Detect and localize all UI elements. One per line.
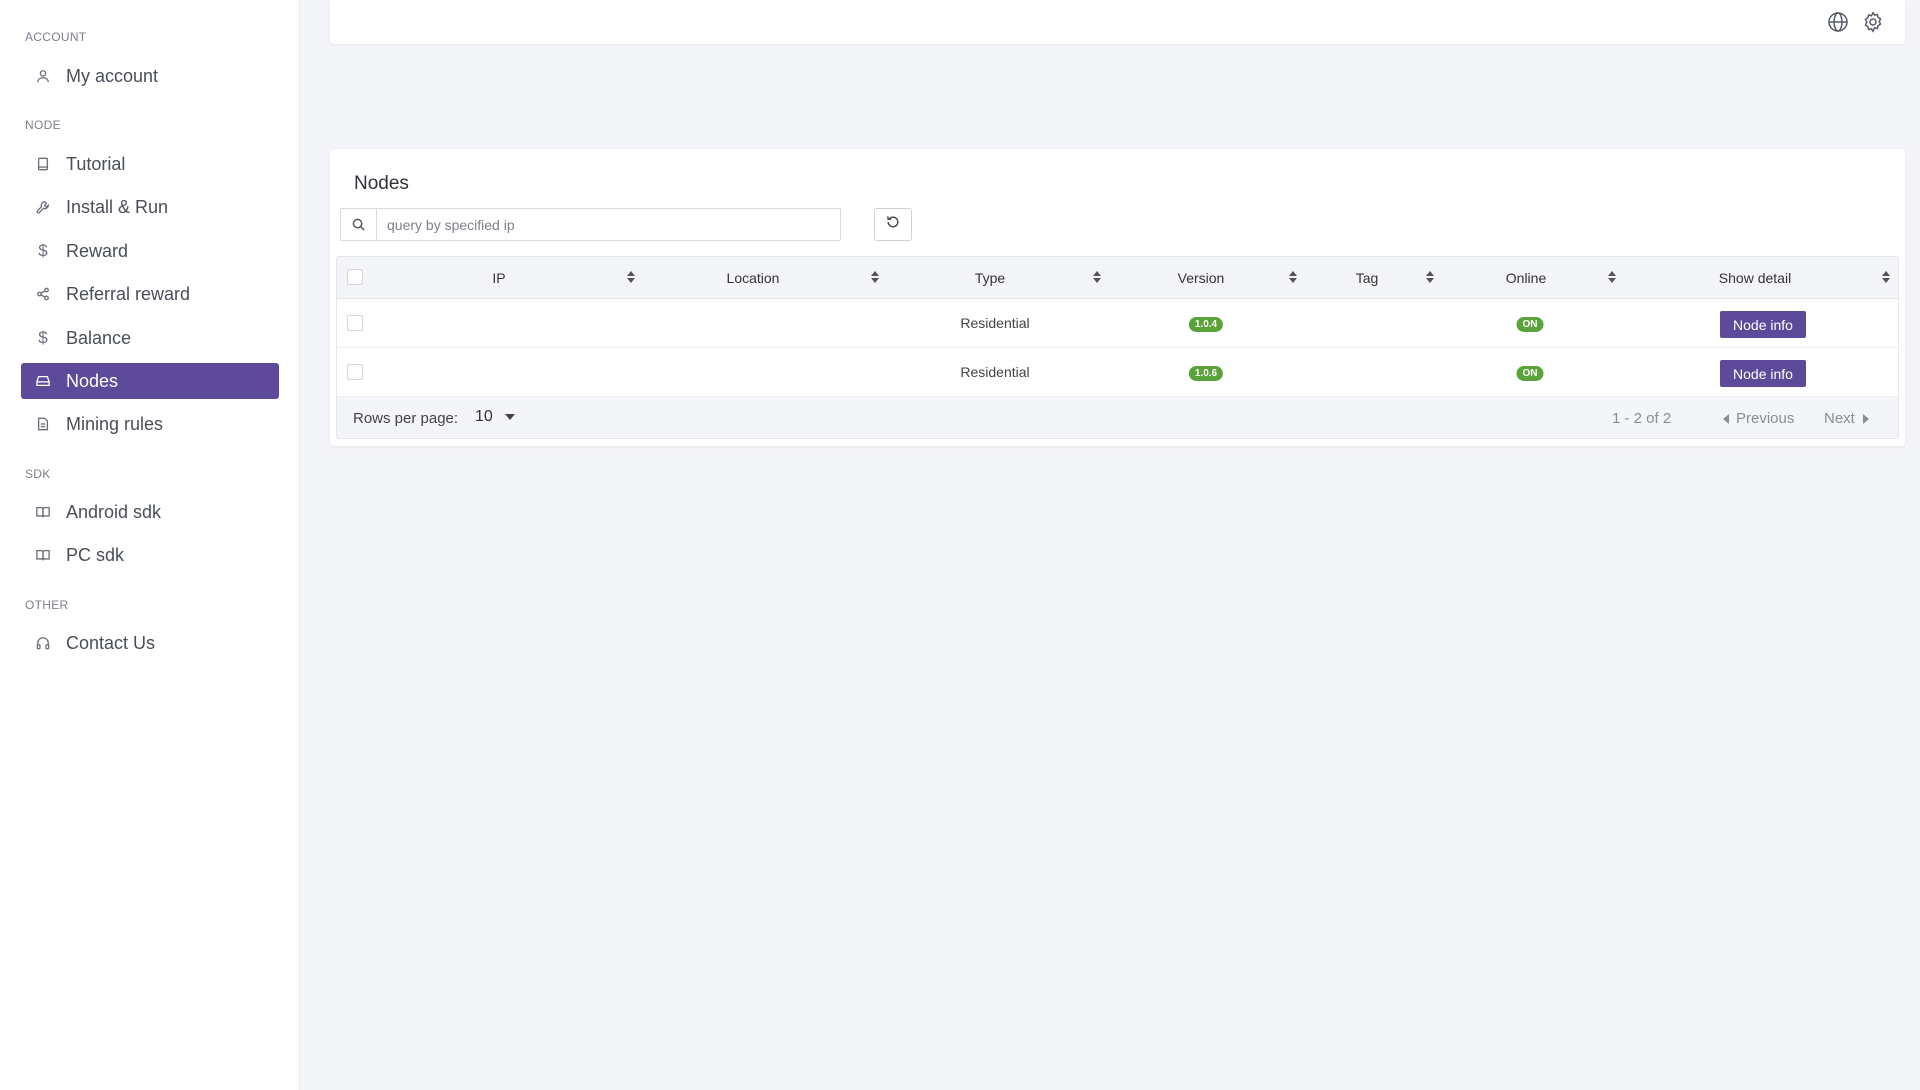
sidebar-item-balance[interactable]: $ Balance <box>21 320 279 356</box>
search-input[interactable] <box>377 209 840 240</box>
section-label-account: ACCOUNT <box>25 30 87 44</box>
section-label-sdk: SDK <box>25 467 51 481</box>
node-info-button[interactable]: Node info <box>1720 311 1806 338</box>
share-icon <box>35 286 51 302</box>
sort-icon[interactable] <box>1288 270 1298 284</box>
select-all-checkbox[interactable] <box>347 269 363 285</box>
column-header-show-detail: Show detail <box>1718 270 1792 286</box>
sidebar-item-label: Reward <box>66 240 129 261</box>
rows-per-page-value: 10 <box>475 408 493 425</box>
sidebar-item-label: Android sdk <box>66 501 162 522</box>
sidebar-item-label: My account <box>66 65 159 86</box>
dollar-icon: $ <box>38 328 48 347</box>
sidebar-item-reward[interactable]: $ Reward <box>21 233 279 269</box>
row-checkbox[interactable] <box>347 315 363 331</box>
refresh-icon <box>886 215 900 234</box>
sidebar-item-label: Install & Run <box>66 196 169 217</box>
row-checkbox[interactable] <box>347 364 363 380</box>
online-badge: ON <box>1516 366 1544 381</box>
nodes-card: Nodes IP Location Type Version Tag Onlin… <box>330 149 1905 446</box>
wrench-icon <box>35 199 51 215</box>
sidebar-item-referral-reward[interactable]: Referral reward <box>21 276 279 312</box>
sidebar-item-label: Mining rules <box>66 413 164 434</box>
column-header-version: Version <box>1177 270 1225 286</box>
sort-icon[interactable] <box>1607 270 1617 284</box>
caret-down-icon <box>504 414 515 420</box>
caret-left-icon <box>1723 413 1729 424</box>
page-title: Nodes <box>354 173 409 194</box>
sort-icon[interactable] <box>1881 270 1891 284</box>
sidebar-item-label: Referral reward <box>66 283 191 304</box>
sidebar-item-label: Tutorial <box>66 153 126 174</box>
section-label-other: OTHER <box>25 598 69 612</box>
version-badge: 1.0.4 <box>1188 317 1224 332</box>
sidebar-item-label: PC sdk <box>66 544 125 565</box>
previous-page-button[interactable]: Previous <box>1723 410 1794 427</box>
sidebar-item-my-account[interactable]: My account <box>21 58 279 94</box>
column-header-type: Type <box>974 270 1006 286</box>
nodes-table: IP Location Type Version Tag Online Show… <box>336 256 1899 439</box>
caret-right-icon <box>1862 413 1869 424</box>
book-icon <box>35 156 51 172</box>
sort-icon[interactable] <box>1092 270 1102 284</box>
sidebar-item-pc-sdk[interactable]: PC sdk <box>21 537 279 573</box>
next-page-button[interactable]: Next <box>1824 410 1869 427</box>
rows-per-page-label: Rows per page: <box>353 410 459 427</box>
online-badge: ON <box>1516 317 1544 332</box>
table-header: IP Location Type Version Tag Online Show… <box>337 257 1898 299</box>
column-header-ip: IP <box>492 270 506 286</box>
section-label-node: NODE <box>25 118 61 132</box>
headphones-icon <box>35 635 51 651</box>
table-footer: Rows per page: 10 1 - 2 of 2 Previous Ne… <box>337 397 1898 438</box>
node-info-button[interactable]: Node info <box>1720 360 1806 387</box>
rows-per-page-select[interactable]: 10 <box>475 408 515 426</box>
sort-icon[interactable] <box>1425 270 1435 284</box>
sidebar: ACCOUNT My account NODE Tutorial Install… <box>0 0 300 1090</box>
server-icon <box>35 373 51 389</box>
table-row: Residential 1.0.6 ON Node info <box>337 348 1898 397</box>
sidebar-item-mining-rules[interactable]: Mining rules <box>21 406 279 442</box>
sidebar-item-label: Nodes <box>66 370 119 391</box>
sidebar-item-install-run[interactable]: Install & Run <box>21 189 279 225</box>
search-icon[interactable] <box>341 209 377 240</box>
cell-type: Residential <box>960 364 1030 380</box>
sort-icon[interactable] <box>626 270 636 284</box>
column-header-tag: Tag <box>1355 270 1379 286</box>
top-bar <box>330 0 1905 44</box>
sidebar-item-label: Contact Us <box>66 632 156 653</box>
pagination-range: 1 - 2 of 2 <box>1612 410 1672 427</box>
next-label: Next <box>1824 410 1855 427</box>
previous-label: Previous <box>1736 410 1795 427</box>
refresh-button[interactable] <box>874 208 912 241</box>
version-badge: 1.0.6 <box>1188 366 1224 381</box>
open-book-icon <box>35 504 51 520</box>
table-row: Residential 1.0.4 ON Node info <box>337 299 1898 348</box>
cell-type: Residential <box>960 315 1030 331</box>
gear-icon[interactable] <box>1862 11 1884 33</box>
search-box <box>340 208 841 241</box>
globe-icon[interactable] <box>1827 11 1849 33</box>
column-header-location: Location <box>726 270 780 286</box>
sidebar-item-contact-us[interactable]: Contact Us <box>21 625 279 661</box>
sidebar-item-label: Balance <box>66 327 132 348</box>
sidebar-item-android-sdk[interactable]: Android sdk <box>21 494 279 530</box>
sidebar-item-nodes[interactable]: Nodes <box>21 363 279 399</box>
open-book-icon <box>35 547 51 563</box>
user-icon <box>35 68 51 84</box>
sidebar-item-tutorial[interactable]: Tutorial <box>21 146 279 182</box>
sort-icon[interactable] <box>870 270 880 284</box>
document-icon <box>35 416 51 432</box>
column-header-online: Online <box>1505 270 1547 286</box>
dollar-icon: $ <box>38 241 48 260</box>
